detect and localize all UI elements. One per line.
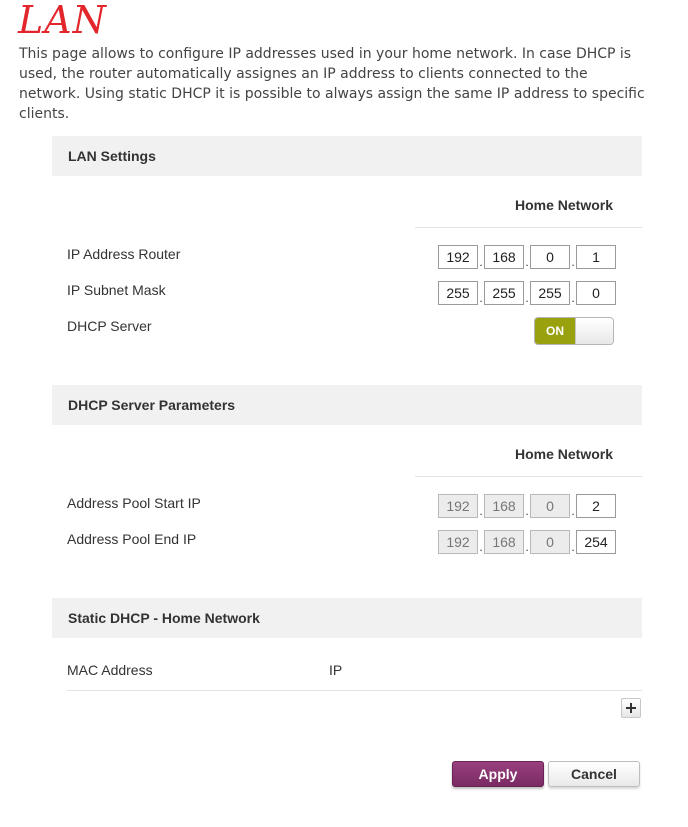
toggle-state-label: ON: [535, 318, 575, 344]
dhcp-server-toggle[interactable]: ON: [534, 317, 614, 345]
dhcp-column-header: Home Network: [514, 446, 613, 462]
lan-column-header: Home Network: [514, 197, 613, 213]
page-description: This page allows to configure IP address…: [19, 46, 645, 122]
pool-end-label: Address Pool End IP: [67, 531, 197, 547]
pool-end-octet-2: [484, 530, 524, 554]
ip-column-header: IP: [329, 662, 343, 678]
subnet-mask-field: . . .: [438, 281, 616, 305]
pool-start-field: . . .: [438, 494, 616, 518]
lan-settings-header: LAN Settings: [52, 136, 642, 176]
dhcp-params-header: DHCP Server Parameters: [52, 385, 642, 425]
subnet-mask-octet-3[interactable]: [530, 281, 570, 305]
static-dhcp-header: Static DHCP - Home Network: [52, 598, 642, 638]
ip-router-octet-4[interactable]: [576, 245, 616, 269]
ip-router-octet-3[interactable]: [530, 245, 570, 269]
mac-address-column-header: MAC Address: [67, 662, 153, 678]
toggle-knob: [575, 318, 613, 344]
ip-router-octet-2[interactable]: [484, 245, 524, 269]
add-static-entry-button[interactable]: [621, 698, 641, 718]
pool-start-octet-1: [438, 494, 478, 518]
static-dhcp-table-divider: [67, 690, 642, 691]
lan-column-divider: [415, 227, 642, 228]
pool-start-label: Address Pool Start IP: [67, 495, 201, 511]
cancel-button[interactable]: Cancel: [548, 761, 640, 787]
subnet-mask-label: IP Subnet Mask: [67, 282, 166, 298]
dhcp-column-divider: [415, 476, 642, 477]
pool-end-octet-1: [438, 530, 478, 554]
dhcp-server-label: DHCP Server: [67, 318, 152, 334]
subnet-mask-octet-4[interactable]: [576, 281, 616, 305]
apply-button[interactable]: Apply: [452, 761, 544, 787]
pool-start-octet-4[interactable]: [576, 494, 616, 518]
ip-router-octet-1[interactable]: [438, 245, 478, 269]
pool-end-field: . . .: [438, 530, 616, 554]
plus-icon: [626, 703, 636, 713]
ip-router-label: IP Address Router: [67, 246, 181, 262]
pool-end-octet-3: [530, 530, 570, 554]
pool-start-octet-2: [484, 494, 524, 518]
pool-end-octet-4[interactable]: [576, 530, 616, 554]
subnet-mask-octet-1[interactable]: [438, 281, 478, 305]
subnet-mask-octet-2[interactable]: [484, 281, 524, 305]
pool-start-octet-3: [530, 494, 570, 518]
page-title: LAN: [18, 0, 107, 42]
ip-router-field: . . .: [438, 245, 616, 269]
